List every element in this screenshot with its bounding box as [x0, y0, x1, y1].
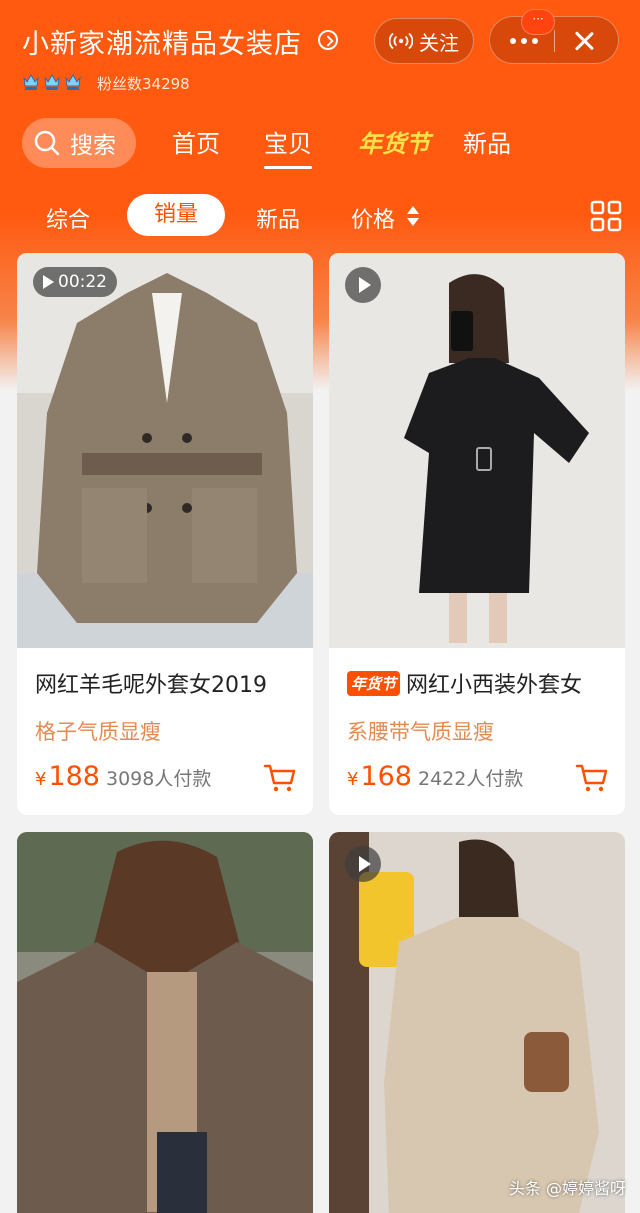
- product-price: 168: [360, 761, 412, 792]
- price-row: ¥ 188 3098人付款: [35, 761, 211, 792]
- crown-icon: [65, 73, 81, 90]
- store-rating: [22, 72, 82, 92]
- tab-products[interactable]: 宝贝: [264, 124, 312, 169]
- grid-view-icon[interactable]: [590, 200, 622, 232]
- watermark: 头条 @婷婷酱呀: [508, 1179, 626, 1198]
- sales-count: 3098人付款: [106, 768, 212, 790]
- store-name[interactable]: 小新家潮流精品女装店: [22, 22, 302, 61]
- product-title-text: 网红小西装外套女: [406, 673, 583, 698]
- product-subtitle: 系腰带气质显瘦: [347, 720, 494, 744]
- video-duration-badge[interactable]: 00:22: [33, 267, 117, 297]
- play-icon: [43, 275, 54, 289]
- sort-new[interactable]: 新品: [256, 202, 300, 234]
- product-card[interactable]: 00:22 网红羊毛呢外套女2019 格子气质显瘦 ¥ 188 3098人付款: [17, 253, 313, 815]
- festival-badge: 年货节: [347, 670, 401, 696]
- product-card[interactable]: [17, 832, 313, 1213]
- product-card[interactable]: 年货节 网红小西装外套女 系腰带气质显瘦 ¥ 168 2422人付款: [329, 253, 625, 815]
- video-duration: 00:22: [58, 272, 107, 292]
- cart-icon[interactable]: [263, 761, 297, 795]
- sort-sales[interactable]: 销量: [127, 194, 225, 236]
- product-card[interactable]: [329, 832, 625, 1213]
- tab-new-arrivals[interactable]: 新品: [463, 124, 511, 159]
- search-icon: [34, 130, 60, 156]
- follow-button[interactable]: 关注: [374, 18, 474, 64]
- capsule-divider: [554, 30, 555, 52]
- product-image[interactable]: [329, 832, 625, 1213]
- broadcast-icon: [389, 32, 413, 50]
- sales-count: 2422人付款: [418, 768, 524, 790]
- currency-symbol: ¥: [35, 769, 47, 790]
- product-title-text: 网红羊毛呢外套女2019: [35, 673, 267, 698]
- fan-count: 粉丝数34298: [97, 75, 190, 93]
- crown-icon: [44, 73, 60, 90]
- product-image[interactable]: [17, 832, 313, 1213]
- chevron-right-icon[interactable]: [318, 30, 338, 50]
- store-nav: 搜索 首页 宝贝 年货节 新品: [0, 112, 640, 172]
- crown-icon: [23, 73, 39, 90]
- close-icon[interactable]: [572, 29, 596, 53]
- search-label: 搜索: [70, 133, 116, 159]
- price-row: ¥ 168 2422人付款: [347, 761, 523, 792]
- play-icon[interactable]: [345, 846, 381, 882]
- sort-comprehensive[interactable]: 综合: [46, 202, 90, 234]
- tab-home[interactable]: 首页: [172, 124, 220, 159]
- currency-symbol: ¥: [347, 769, 359, 790]
- product-image[interactable]: [17, 253, 313, 648]
- more-icon[interactable]: [510, 38, 538, 44]
- sort-price[interactable]: 价格: [351, 202, 395, 234]
- search-button[interactable]: 搜索: [22, 118, 136, 168]
- product-subtitle: 格子气质显瘦: [35, 720, 161, 744]
- product-title: 网红羊毛呢外套女2019: [35, 667, 303, 699]
- follow-label: 关注: [419, 30, 459, 55]
- product-price: 188: [48, 761, 100, 792]
- cart-icon[interactable]: [575, 761, 609, 795]
- play-icon[interactable]: [345, 267, 381, 303]
- product-title: 年货节 网红小西装外套女: [347, 667, 615, 699]
- product-image[interactable]: [329, 253, 625, 648]
- notification-badge: ···: [521, 9, 555, 35]
- sort-bar: 综合 销量 新品 价格: [0, 192, 640, 242]
- tab-new-year-festival[interactable]: 年货节: [358, 124, 430, 159]
- sort-arrows-icon: [407, 204, 419, 230]
- store-header: 小新家潮流精品女装店 关注 ··· 粉丝数34298: [0, 0, 640, 110]
